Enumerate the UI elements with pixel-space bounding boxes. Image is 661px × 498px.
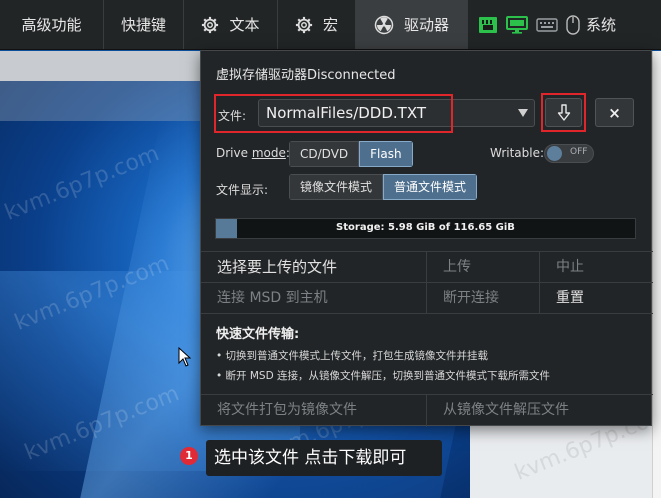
action-row: 选择要上传的文件 上传 中止: [201, 251, 653, 282]
menu-advanced[interactable]: 高级功能: [0, 0, 104, 49]
reset-button[interactable]: 重置: [540, 283, 652, 313]
action-row: 将文件打包为镜像文件 从镜像文件解压文件: [201, 394, 653, 427]
toggle-state: OFF: [570, 147, 588, 157]
panel-title: 虚拟存储驱动器Disconnected: [216, 68, 396, 83]
abort-button[interactable]: 中止: [540, 252, 652, 282]
highlight-box-file: [214, 94, 453, 133]
keyboard-icon[interactable]: [536, 17, 558, 32]
menu-system-label: 系统: [586, 16, 617, 34]
watermark-text: kvm.6p7p.com: [1, 141, 163, 226]
step-badge: 1: [180, 447, 198, 465]
status-icons: [468, 0, 580, 49]
select-file-button[interactable]: 选择要上传的文件: [201, 252, 427, 282]
display-mode-normal[interactable]: 普通文件模式: [383, 174, 478, 200]
writable-toggle[interactable]: OFF: [544, 144, 594, 163]
unpack-image-button[interactable]: 从镜像文件解压文件: [427, 395, 652, 427]
gear-icon: [295, 16, 313, 34]
action-grid: 选择要上传的文件 上传 中止 连接 MSD 到主机 断开连接 重置: [201, 251, 653, 314]
quick-transfer-info: 快速文件传输: • 切换到普通文件模式上传文件，打包生成镜像文件并挂载 • 断开…: [216, 323, 550, 388]
mouse-cursor-icon: [178, 347, 192, 367]
file-display-switch: 镜像文件模式 普通文件模式: [289, 174, 478, 200]
drive-mode-cdrom[interactable]: CD/DVD: [289, 141, 360, 167]
menu-drive[interactable]: 驱动器: [356, 0, 468, 49]
row-divider: [201, 313, 653, 314]
pack-image-button[interactable]: 将文件打包为镜像文件: [201, 395, 427, 427]
monitor-icon[interactable]: [506, 15, 528, 34]
disconnect-button[interactable]: 断开连接: [427, 283, 540, 313]
drive-mode-label: Drive mode:: [216, 146, 290, 160]
top-menu-bar: 高级功能 快捷键 文本 宏 驱动器 系统: [0, 0, 661, 50]
menu-text[interactable]: 文本: [184, 0, 278, 49]
drive-mode-switch: CD/DVD Flash: [289, 141, 413, 167]
network-icon[interactable]: [478, 16, 498, 34]
menu-text-label: 文本: [229, 16, 260, 34]
menu-drive-label: 驱动器: [403, 16, 449, 34]
mouse-icon[interactable]: [566, 14, 580, 35]
connect-msd-button[interactable]: 连接 MSD 到主机: [201, 283, 427, 313]
storage-text: Storage: 5.98 GiB of 116.65 GiB: [336, 222, 515, 233]
highlight-box-download: [541, 93, 586, 132]
quick-transfer-title: 快速文件传输:: [216, 327, 300, 342]
tip-text: 选中该文件 点击下载即可: [206, 440, 442, 476]
quick-transfer-line: • 切换到普通文件模式上传文件，打包生成镜像文件并挂载: [216, 350, 489, 362]
menu-shortcuts-label: 快捷键: [120, 16, 166, 34]
file-display-label: 文件显示:: [216, 183, 269, 197]
menu-macro[interactable]: 宏: [278, 0, 356, 49]
drive-mode-prefix: Drive: [216, 146, 252, 160]
upload-button[interactable]: 上传: [427, 252, 540, 282]
radiation-icon: [374, 15, 394, 35]
action-row: 连接 MSD 到主机 断开连接 重置: [201, 282, 653, 313]
writable-label: Writable:: [490, 146, 545, 160]
virtual-drive-panel: 虚拟存储驱动器Disconnected 文件: NormalFiles/DDD.…: [200, 50, 653, 427]
image-actions: 将文件打包为镜像文件 从镜像文件解压文件: [201, 394, 653, 427]
display-mode-image[interactable]: 镜像文件模式: [289, 174, 384, 200]
close-icon: ×: [608, 103, 621, 122]
menu-macro-label: 宏: [322, 16, 338, 34]
chevron-down-icon: [518, 109, 528, 117]
storage-bar: Storage: 5.98 GiB of 116.65 GiB: [215, 218, 636, 239]
quick-transfer-line: • 断开 MSD 连接，从镜像文件解压，切换到普通文件模式下载所需文件: [216, 370, 551, 382]
drive-mode-flash[interactable]: Flash: [359, 141, 413, 167]
toggle-knob: [547, 146, 562, 161]
remove-file-button[interactable]: ×: [595, 98, 634, 127]
menu-system[interactable]: 系统: [580, 0, 622, 49]
drive-mode-word: mode: [251, 146, 286, 160]
gear-icon: [201, 16, 219, 34]
menu-advanced-label: 高级功能: [21, 16, 82, 34]
scrollbar[interactable]: [652, 51, 661, 498]
menu-shortcuts[interactable]: 快捷键: [104, 0, 184, 49]
